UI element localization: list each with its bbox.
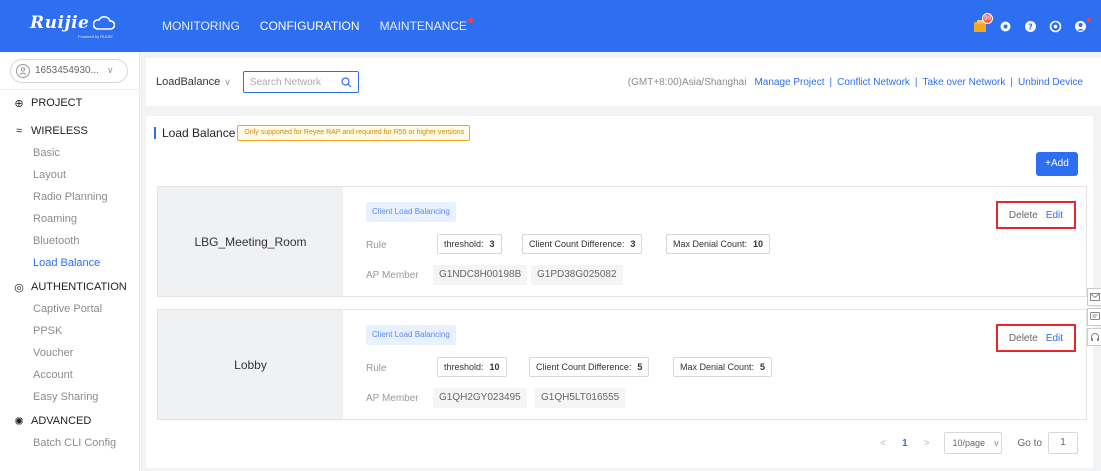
ap-member-label: AP Member: [366, 270, 419, 281]
ap-member-chip: G1QH5LT016555: [535, 388, 626, 408]
logo-subtitle: Powered by RUIJIE: [78, 34, 113, 39]
group-name: LBG_Meeting_Room: [158, 187, 343, 296]
svg-text:?: ?: [1028, 22, 1033, 31]
edit-button[interactable]: Edit: [1046, 333, 1063, 344]
manage-project-link[interactable]: Manage Project: [754, 77, 824, 88]
search-input[interactable]: Search Network: [242, 71, 359, 93]
advanced-icon: ✺: [14, 415, 24, 428]
rule-label: Rule: [366, 240, 387, 251]
settings-icon[interactable]: [998, 19, 1012, 33]
nav-monitoring[interactable]: MONITORING: [162, 0, 240, 52]
sidebar-item-account[interactable]: Account: [0, 364, 139, 386]
headset-icon[interactable]: [1087, 328, 1101, 346]
nav-maintenance[interactable]: MAINTENANCE: [380, 0, 473, 52]
conflict-network-link[interactable]: Conflict Network: [837, 77, 910, 88]
ap-member-chip: G1QH2GY023495: [433, 388, 527, 408]
client-count-difference-chip: Client Count Difference: 3: [522, 234, 643, 254]
add-button[interactable]: +Add: [1036, 152, 1078, 176]
sidebar-group-authentication[interactable]: ◎ AUTHENTICATION: [0, 276, 139, 298]
next-page-button[interactable]: >: [924, 438, 930, 449]
rule-label: Rule: [366, 363, 387, 374]
max-denial-count-chip: Max Denial Count: 10: [666, 234, 771, 254]
ap-member-chip: G1PD38G025082: [531, 265, 623, 285]
floating-tools: [1087, 288, 1101, 348]
sidebar-item-load-balance[interactable]: Load Balance: [0, 252, 139, 274]
globe-icon: ⊕: [14, 97, 24, 110]
card-actions: Delete Edit: [996, 201, 1076, 229]
max-denial-count-chip: Max Denial Count: 5: [673, 357, 773, 377]
cloud-icon: [93, 16, 116, 30]
ap-member-label: AP Member: [366, 393, 419, 404]
sidebar-item-batch-cli-config[interactable]: Batch CLI Config: [0, 432, 139, 454]
load-balance-panel: Load Balance Only supported for Reyee RA…: [146, 116, 1093, 468]
chevron-down-icon: ∨: [106, 65, 114, 75]
notification-badge: 99: [982, 13, 993, 24]
avatar-icon: [16, 63, 30, 78]
sidebar-item-voucher[interactable]: Voucher: [0, 342, 139, 364]
sidebar-item-ppsk[interactable]: PPSK: [0, 320, 139, 342]
sidebar-group-project[interactable]: ⊕ PROJECT: [0, 92, 139, 114]
load-balance-group-card: Lobby Client Load Balancing Rule thresho…: [157, 309, 1087, 420]
page-title: Load Balance: [162, 126, 236, 140]
client-count-difference-chip: Client Count Difference: 5: [529, 357, 650, 377]
edit-button[interactable]: Edit: [1046, 210, 1063, 221]
account-selector[interactable]: 1653454930... ∨: [10, 58, 128, 83]
page-number[interactable]: 1: [902, 438, 908, 449]
mail-icon[interactable]: [1087, 288, 1101, 306]
threshold-chip: threshold: 3: [437, 234, 502, 254]
logo-text: Ruijie: [30, 13, 90, 33]
sidebar-group-wireless[interactable]: ≈ WIRELESS: [0, 120, 139, 142]
wifi-icon: ≈: [15, 125, 23, 137]
timezone-label: (GMT+8:00)Asia/Shanghai: [627, 76, 747, 88]
help-icon[interactable]: ?: [1023, 19, 1037, 33]
load-balance-group-card: LBG_Meeting_Room Client Load Balancing R…: [157, 186, 1087, 297]
sidebar-group-advanced[interactable]: ✺ ADVANCED: [0, 410, 139, 432]
user-icon[interactable]: [1073, 18, 1091, 33]
sidebar-item-basic[interactable]: Basic: [0, 142, 139, 164]
prev-page-button[interactable]: <: [880, 438, 886, 449]
pagination: < 1 > 10/page ∨ Go to 1: [872, 432, 1078, 454]
unbind-device-link[interactable]: Unbind Device: [1018, 77, 1083, 88]
language-icon[interactable]: [1048, 19, 1062, 33]
type-tag: Client Load Balancing: [366, 325, 456, 345]
sidebar-item-roaming[interactable]: Roaming: [0, 208, 139, 230]
sidebar: 1653454930... ∨ ⊕ PROJECT ≈ WIRELESS Basic…: [0, 52, 140, 471]
page-size-select[interactable]: 10/page ∨: [943, 432, 1002, 454]
chevron-down-icon: ∨: [993, 437, 1000, 448]
type-tag: Client Load Balancing: [366, 202, 456, 222]
top-bar: Ruijie Powered by RUIJIE MONITORING CONF…: [0, 0, 1101, 52]
search-icon[interactable]: [341, 76, 352, 88]
search-placeholder: Search Network: [249, 76, 321, 88]
main-content: LoadBalance ∨ Search Network (GMT+8:00)As…: [146, 58, 1101, 468]
threshold-chip: threshold: 10: [437, 357, 507, 377]
sidebar-item-easy-sharing[interactable]: Easy Sharing: [0, 386, 139, 408]
alert-dot: [467, 18, 473, 23]
take-over-network-link[interactable]: Take over Network: [923, 77, 1006, 88]
chevron-down-icon: ∨: [224, 76, 231, 87]
sidebar-item-radio-planning[interactable]: Radio Planning: [0, 186, 139, 208]
user-alert-dot: [1087, 18, 1091, 22]
group-name: Lobby: [158, 310, 343, 419]
network-selector[interactable]: LoadBalance ∨: [156, 76, 231, 88]
title-accent-bar: [154, 127, 156, 139]
sidebar-item-captive-portal[interactable]: Captive Portal: [0, 298, 139, 320]
version-tip: Only supported for Reyee RAP and require…: [237, 125, 471, 141]
top-navigation: MONITORING CONFIGURATION MAINTENANCE: [162, 0, 487, 52]
ap-member-chip: G1NDC8H00198B: [433, 265, 528, 285]
account-name: 1653454930...: [35, 65, 99, 76]
notification-icon[interactable]: 99: [973, 13, 993, 33]
nav-configuration[interactable]: CONFIGURATION: [260, 0, 360, 52]
delete-button[interactable]: Delete: [1009, 210, 1038, 221]
card-actions: Delete Edit: [996, 324, 1076, 352]
network-toolbar: LoadBalance ∨ Search Network (GMT+8:00)As…: [146, 58, 1101, 106]
goto-label: Go to: [1017, 437, 1042, 449]
sidebar-item-bluetooth[interactable]: Bluetooth: [0, 230, 139, 252]
chat-icon[interactable]: [1087, 308, 1101, 326]
goto-page-input[interactable]: 1: [1048, 432, 1078, 454]
ruijie-logo[interactable]: Ruijie Powered by RUIJIE: [0, 0, 140, 52]
sidebar-item-layout[interactable]: Layout: [0, 164, 139, 186]
delete-button[interactable]: Delete: [1009, 333, 1038, 344]
shield-icon: ◎: [14, 281, 24, 294]
